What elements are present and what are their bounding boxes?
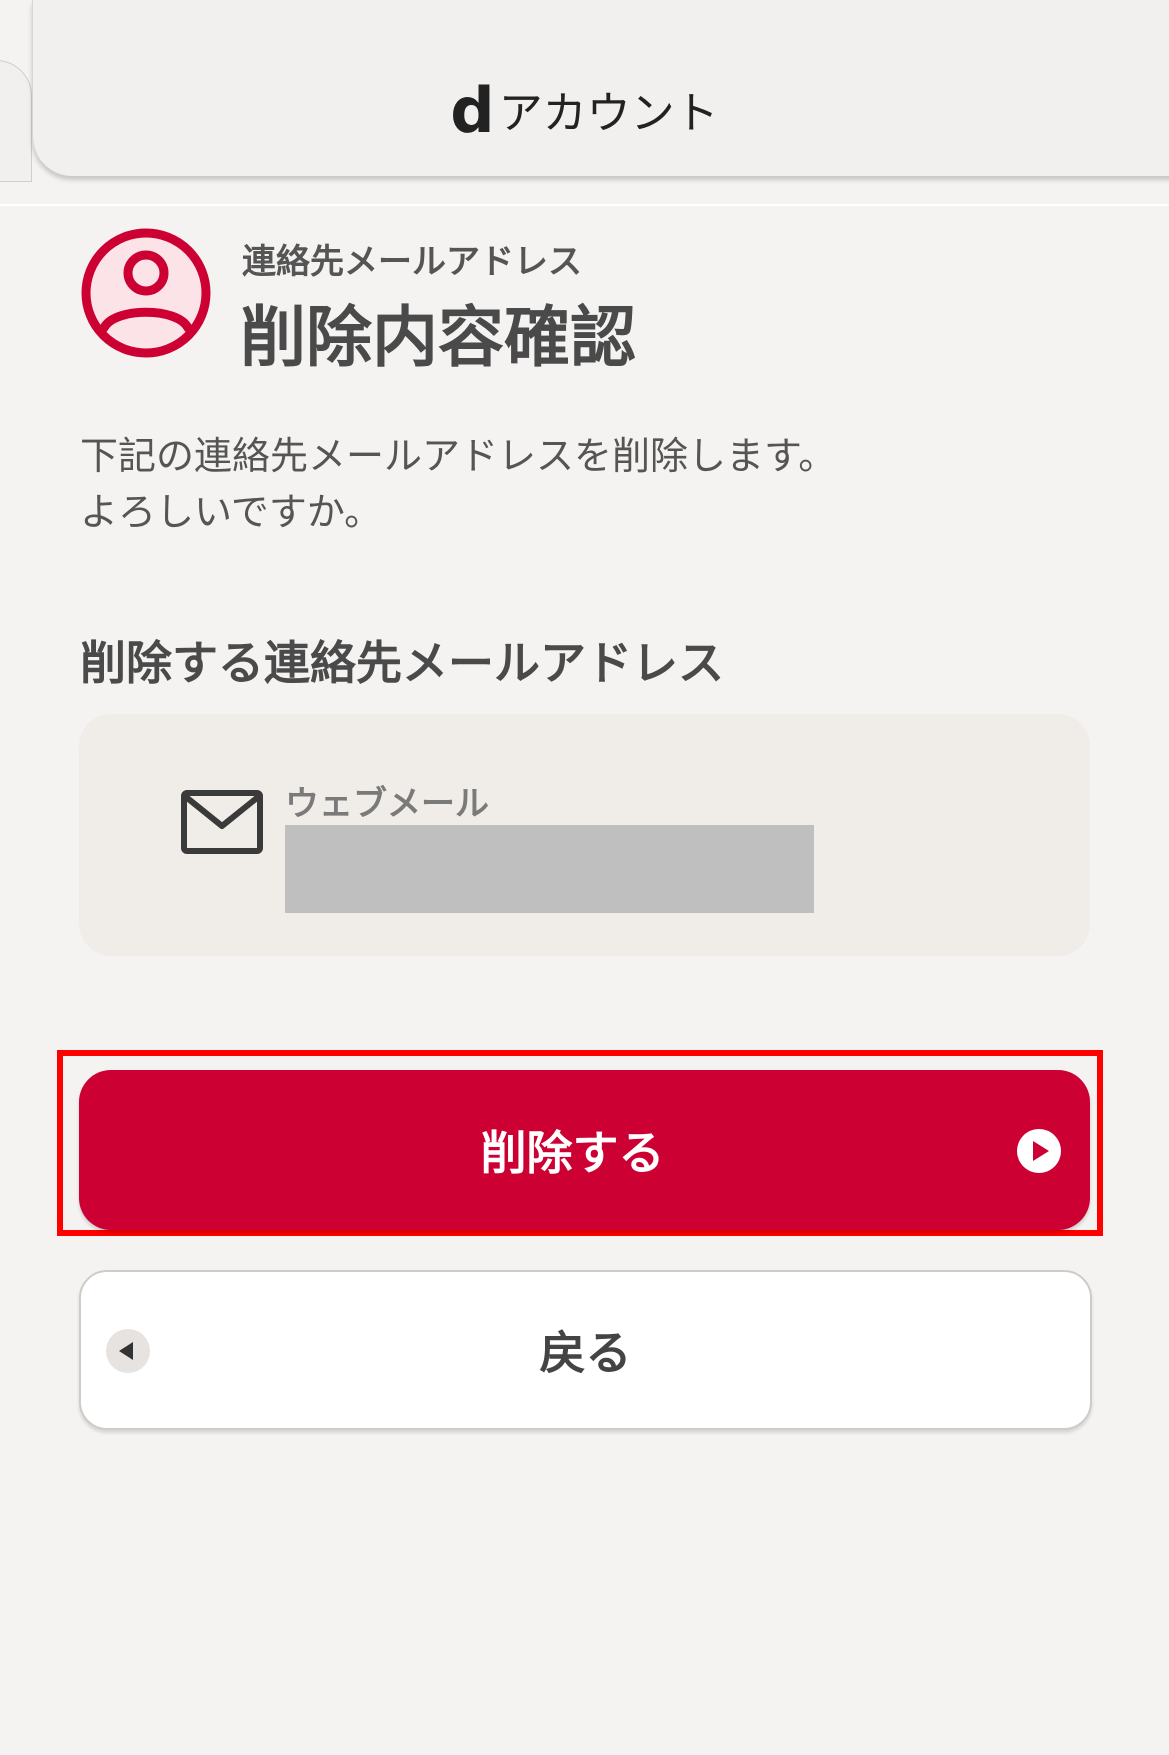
description: 下記の連絡先メールアドレスを削除します。 よろしいですか。 [80, 428, 836, 540]
page-subtitle: 連絡先メールアドレス [242, 242, 582, 282]
mail-icon [181, 790, 263, 854]
mail-type-label: ウェブメール [285, 784, 489, 824]
redacted-email-address [285, 825, 814, 913]
brand-name: アカウント [498, 88, 719, 139]
back-button-label: 戻る [539, 1326, 632, 1380]
description-line-2: よろしいですか。 [80, 490, 383, 534]
arrow-right-circle-icon [1017, 1129, 1061, 1173]
header-divider [0, 204, 1169, 206]
back-button[interactable]: 戻る [79, 1270, 1092, 1430]
brand-mark: d [450, 74, 494, 147]
brand-logo: d アカウント [0, 74, 1169, 147]
page-title: 削除内容確認 [240, 299, 636, 376]
delete-button-label: 削除する [480, 1126, 665, 1180]
description-line-1: 下記の連絡先メールアドレスを削除します。 [80, 434, 837, 478]
section-heading: 削除する連絡先メールアドレス [80, 636, 724, 690]
delete-button[interactable]: 削除する [79, 1070, 1090, 1230]
user-circle-icon [81, 228, 211, 358]
mail-address-card: ウェブメール [79, 714, 1090, 956]
arrow-left-circle-icon [106, 1329, 150, 1373]
